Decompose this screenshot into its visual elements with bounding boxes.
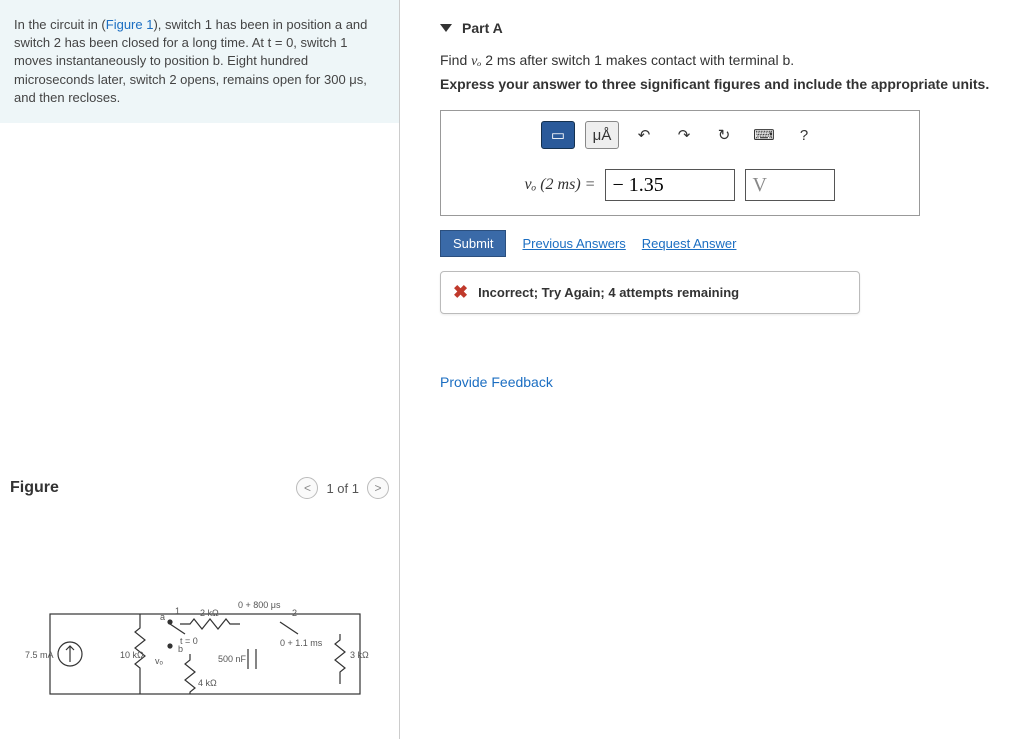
pager-prev-button[interactable]: < bbox=[296, 477, 318, 499]
help-button[interactable]: ? bbox=[789, 122, 819, 148]
answer-block: ▭ μÅ ↶ ↷ ↻ ⌨ ? vₒ (2 ms) = bbox=[440, 110, 920, 216]
svg-text:2 kΩ: 2 kΩ bbox=[200, 608, 219, 618]
right-column: Part A Find vₒ 2 ms after switch 1 makes… bbox=[400, 0, 1024, 739]
circuit-diagram: 7.5 mA 10 kΩ 2 kΩ 4 kΩ 3 kΩ 500 nF t = 0… bbox=[20, 599, 380, 719]
pager-next-button[interactable]: > bbox=[367, 477, 389, 499]
keyboard-button[interactable]: ⌨ bbox=[749, 122, 779, 148]
svg-text:4 kΩ: 4 kΩ bbox=[198, 678, 217, 688]
part-label: Part A bbox=[462, 20, 503, 36]
problem-statement: In the circuit in (Figure 1), switch 1 h… bbox=[0, 0, 399, 123]
svg-text:500 nF: 500 nF bbox=[218, 654, 247, 664]
svg-text:10 kΩ: 10 kΩ bbox=[120, 650, 144, 660]
answer-input-row: vₒ (2 ms) = bbox=[441, 159, 919, 215]
request-answer-link[interactable]: Request Answer bbox=[642, 236, 737, 251]
submit-button[interactable]: Submit bbox=[440, 230, 506, 257]
figure-section: Figure < 1 of 1 > bbox=[0, 463, 399, 739]
figure-link[interactable]: Figure 1 bbox=[106, 17, 154, 32]
left-column: In the circuit in (Figure 1), switch 1 h… bbox=[0, 0, 400, 739]
units-button[interactable]: μÅ bbox=[585, 121, 619, 149]
instruction-text: Express your answer to three significant… bbox=[440, 76, 1004, 92]
question-text: Find vₒ 2 ms after switch 1 makes contac… bbox=[440, 52, 1004, 70]
undo-button[interactable]: ↶ bbox=[629, 122, 659, 148]
answer-toolbar: ▭ μÅ ↶ ↷ ↻ ⌨ ? bbox=[441, 111, 919, 159]
figure-pager: < 1 of 1 > bbox=[296, 477, 389, 499]
pager-count: 1 of 1 bbox=[326, 481, 359, 496]
part-header[interactable]: Part A bbox=[440, 20, 1004, 36]
feedback-message: Incorrect; Try Again; 4 attempts remaini… bbox=[478, 285, 739, 300]
problem-prefix: In the circuit in ( bbox=[14, 17, 106, 32]
svg-text:b: b bbox=[178, 644, 183, 654]
incorrect-icon: ✖ bbox=[453, 282, 468, 303]
templates-button[interactable]: ▭ bbox=[541, 121, 575, 149]
reset-button[interactable]: ↻ bbox=[709, 122, 739, 148]
feedback-box: ✖ Incorrect; Try Again; 4 attempts remai… bbox=[440, 271, 860, 314]
redo-button[interactable]: ↷ bbox=[669, 122, 699, 148]
provide-feedback-link[interactable]: Provide Feedback bbox=[440, 374, 1004, 390]
svg-text:3 kΩ: 3 kΩ bbox=[350, 650, 369, 660]
value-input[interactable] bbox=[605, 169, 735, 201]
svg-text:a: a bbox=[160, 612, 165, 622]
answer-lhs: vₒ (2 ms) = bbox=[525, 176, 596, 194]
svg-text:0 + 800 μs: 0 + 800 μs bbox=[238, 600, 281, 610]
svg-text:1: 1 bbox=[175, 606, 180, 616]
svg-text:2: 2 bbox=[292, 608, 297, 618]
submit-row: Submit Previous Answers Request Answer bbox=[440, 230, 1004, 257]
svg-text:vₒ: vₒ bbox=[155, 656, 164, 666]
collapse-icon bbox=[440, 24, 452, 32]
unit-input[interactable] bbox=[745, 169, 835, 201]
svg-text:0 + 1.1 ms: 0 + 1.1 ms bbox=[280, 638, 323, 648]
svg-text:7.5 mA: 7.5 mA bbox=[25, 650, 54, 660]
figure-title: Figure bbox=[10, 479, 59, 497]
previous-answers-link[interactable]: Previous Answers bbox=[522, 236, 625, 251]
